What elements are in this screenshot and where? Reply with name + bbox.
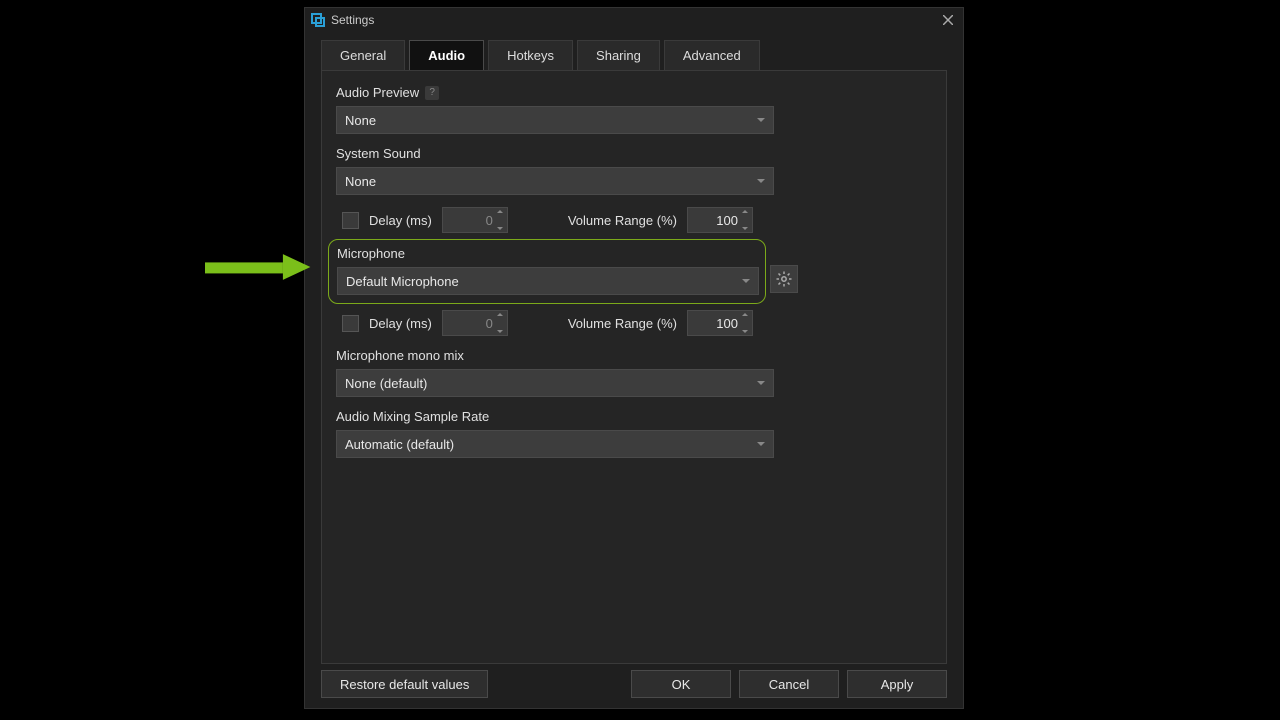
footer: Restore default values OK Cancel Apply (321, 670, 947, 698)
microphone-volume-label: Volume Range (%) (568, 316, 677, 331)
mono-mix-value: None (default) (345, 376, 427, 391)
microphone-options: Delay (ms) 0 Volume Range (%) 100 (342, 310, 932, 336)
cancel-button[interactable]: Cancel (739, 670, 839, 698)
spin-up-icon[interactable] (497, 313, 503, 316)
sample-rate-dropdown[interactable]: Automatic (default) (336, 430, 774, 458)
window-title: Settings (331, 13, 374, 27)
system-sound-label: System Sound (336, 146, 932, 161)
system-sound-delay-value: 0 (486, 213, 493, 228)
chevron-down-icon (757, 381, 765, 385)
mono-mix-label: Microphone mono mix (336, 348, 932, 363)
system-sound-delay-checkbox[interactable] (342, 212, 359, 229)
chevron-down-icon (757, 442, 765, 446)
microphone-value: Default Microphone (346, 274, 459, 289)
system-sound-delay-label: Delay (ms) (369, 213, 432, 228)
audio-preview-label: Audio Preview ? (336, 85, 932, 100)
tab-advanced[interactable]: Advanced (664, 40, 760, 71)
tab-hotkeys[interactable]: Hotkeys (488, 40, 573, 71)
system-sound-value: None (345, 174, 376, 189)
spin-up-icon[interactable] (742, 210, 748, 213)
settings-window: Settings General Audio Hotkeys Sharing A… (304, 7, 964, 709)
chevron-down-icon (757, 118, 765, 122)
audio-preview-value: None (345, 113, 376, 128)
spin-down-icon[interactable] (742, 227, 748, 230)
chevron-down-icon (742, 279, 750, 283)
system-sound-volume-value: 100 (716, 213, 738, 228)
sample-rate-label: Audio Mixing Sample Rate (336, 409, 932, 424)
microphone-settings-button[interactable] (770, 265, 798, 293)
tab-sharing[interactable]: Sharing (577, 40, 660, 71)
settings-content: Audio Preview ? None System Sound None D… (321, 70, 947, 664)
gear-icon (776, 271, 792, 287)
microphone-delay-spinbox[interactable]: 0 (442, 310, 508, 336)
spin-up-icon[interactable] (497, 210, 503, 213)
spin-up-icon[interactable] (742, 313, 748, 316)
tabs: General Audio Hotkeys Sharing Advanced (305, 40, 963, 71)
help-icon[interactable]: ? (425, 86, 439, 100)
ok-button[interactable]: OK (631, 670, 731, 698)
mono-mix-dropdown[interactable]: None (default) (336, 369, 774, 397)
microphone-group: Microphone Default Microphone (328, 239, 766, 304)
audio-preview-label-text: Audio Preview (336, 85, 419, 100)
sample-rate-value: Automatic (default) (345, 437, 454, 452)
microphone-label: Microphone (337, 246, 757, 261)
chevron-down-icon (757, 179, 765, 183)
audio-preview-dropdown[interactable]: None (336, 106, 774, 134)
microphone-volume-value: 100 (716, 316, 738, 331)
spin-down-icon[interactable] (497, 330, 503, 333)
microphone-delay-checkbox[interactable] (342, 315, 359, 332)
system-sound-delay-spinbox[interactable]: 0 (442, 207, 508, 233)
spin-down-icon[interactable] (497, 227, 503, 230)
spin-down-icon[interactable] (742, 330, 748, 333)
restore-defaults-button[interactable]: Restore default values (321, 670, 488, 698)
titlebar: Settings (305, 8, 963, 32)
microphone-delay-label: Delay (ms) (369, 316, 432, 331)
system-sound-options: Delay (ms) 0 Volume Range (%) 100 (342, 207, 932, 233)
system-sound-volume-spinbox[interactable]: 100 (687, 207, 753, 233)
app-icon (311, 13, 325, 27)
apply-button[interactable]: Apply (847, 670, 947, 698)
system-sound-volume-label: Volume Range (%) (568, 213, 677, 228)
annotation-arrow-icon (205, 253, 315, 281)
close-icon[interactable] (939, 11, 957, 29)
microphone-dropdown[interactable]: Default Microphone (337, 267, 759, 295)
tab-general[interactable]: General (321, 40, 405, 71)
microphone-volume-spinbox[interactable]: 100 (687, 310, 753, 336)
microphone-delay-value: 0 (486, 316, 493, 331)
tab-audio[interactable]: Audio (409, 40, 484, 71)
system-sound-dropdown[interactable]: None (336, 167, 774, 195)
